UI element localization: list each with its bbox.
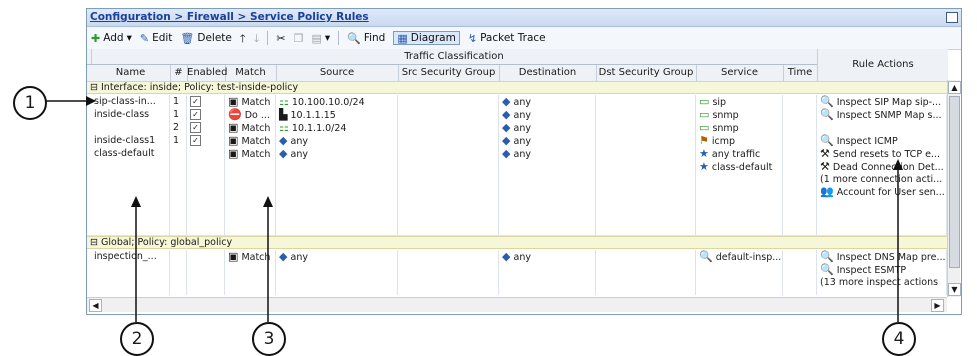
callout-2: 2 — [120, 322, 154, 356]
callout-lines — [45, 96, 903, 322]
callout-4: 4 — [882, 322, 916, 356]
callout-3: 3 — [252, 322, 286, 356]
